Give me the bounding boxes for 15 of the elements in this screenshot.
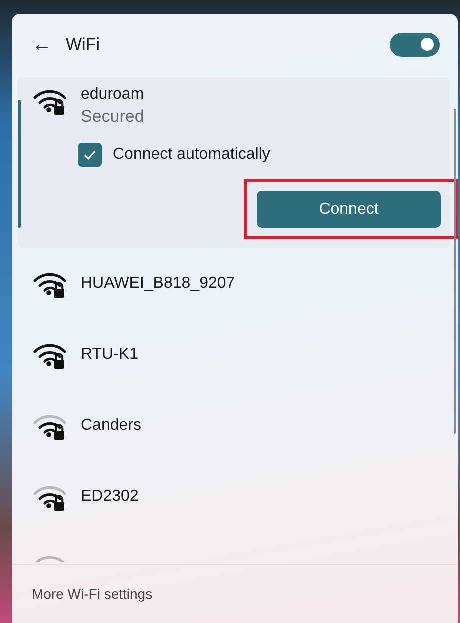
network-status: Secured [81, 107, 144, 127]
network-name: eduroam [81, 86, 144, 104]
checkbox-label: Connect automatically [113, 146, 270, 164]
network-name[interactable]: HUAWEI_B818_9207 [81, 274, 236, 292]
scrollbar[interactable] [454, 109, 456, 434]
network-name[interactable]: RTU-K1 [81, 346, 138, 364]
connect-automatically-checkbox[interactable] [78, 143, 102, 167]
network-name[interactable]: ED2302 [81, 488, 139, 506]
wifi-toggle[interactable] [390, 33, 440, 57]
check-icon [83, 148, 97, 162]
more-wifi-settings-link[interactable]: More Wi-Fi settings [32, 586, 153, 602]
connect-button[interactable]: Connect [257, 191, 441, 228]
network-name[interactable]: Canders [81, 416, 142, 434]
back-button[interactable]: ← [32, 34, 52, 56]
panel-title: WiFi [66, 35, 101, 55]
